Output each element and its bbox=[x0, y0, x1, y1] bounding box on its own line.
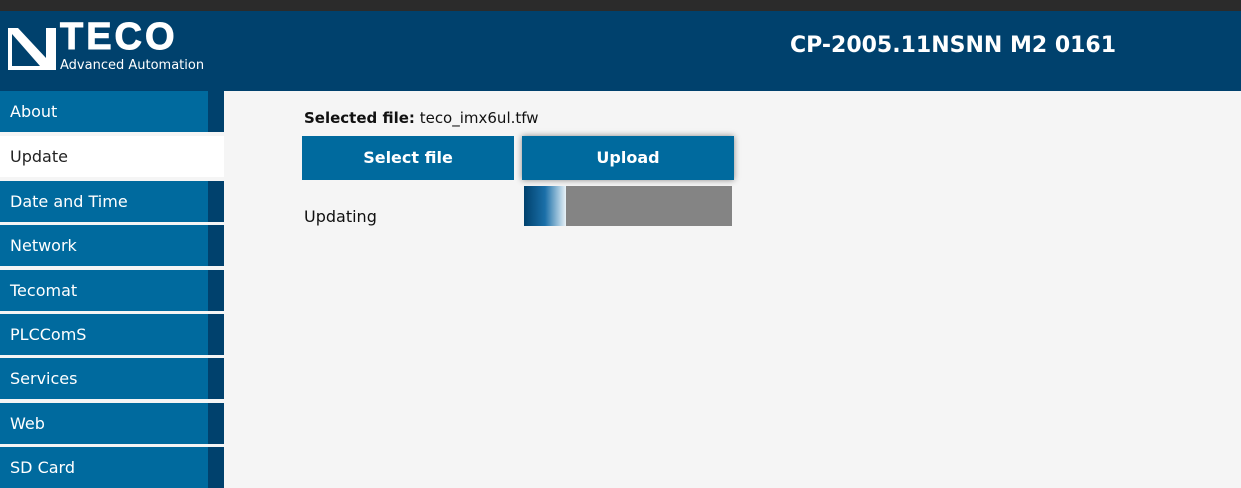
selected-file-row: Selected file: teco_imx6ul.tfw bbox=[304, 109, 539, 127]
sidebar-item-web[interactable]: Web bbox=[0, 403, 224, 444]
progress-fill bbox=[524, 186, 566, 226]
sidebar-item-tecomat[interactable]: Tecomat bbox=[0, 270, 224, 311]
sidebar-item-services[interactable]: Services bbox=[0, 358, 224, 399]
sidebar-item-network[interactable]: Network bbox=[0, 225, 224, 266]
selected-file-label: Selected file: bbox=[304, 109, 415, 127]
sidebar-item-date-and-time[interactable]: Date and Time bbox=[0, 181, 224, 222]
sidebar-item-update[interactable]: Update bbox=[0, 136, 224, 177]
select-file-button[interactable]: Select file bbox=[302, 136, 514, 180]
browser-top-strip bbox=[0, 0, 1241, 11]
update-progress-bar bbox=[524, 186, 732, 226]
update-status: Updating bbox=[304, 207, 377, 226]
upload-button[interactable]: Upload bbox=[522, 136, 734, 180]
device-title: CP-2005.11NSNN M2 0161 bbox=[790, 33, 1117, 58]
logo-subtitle: Advanced Automation bbox=[60, 58, 205, 73]
teco-logo-icon bbox=[8, 28, 56, 70]
sidebar-item-about[interactable]: About bbox=[0, 91, 224, 132]
teco-logo[interactable]: TECO Advanced Automation bbox=[8, 16, 208, 84]
selected-file-name: teco_imx6ul.tfw bbox=[419, 109, 539, 127]
logo-wordmark: TECO bbox=[60, 16, 178, 59]
sidebar-nav: About Update Date and Time Network Tecom… bbox=[0, 91, 224, 488]
sidebar-item-sd-card[interactable]: SD Card bbox=[0, 447, 224, 488]
update-panel: Selected file: teco_imx6ul.tfw Select fi… bbox=[224, 91, 1241, 465]
sidebar-item-plccoms[interactable]: PLCComS bbox=[0, 314, 224, 355]
app-header: TECO Advanced Automation CP-2005.11NSNN … bbox=[0, 11, 1241, 91]
